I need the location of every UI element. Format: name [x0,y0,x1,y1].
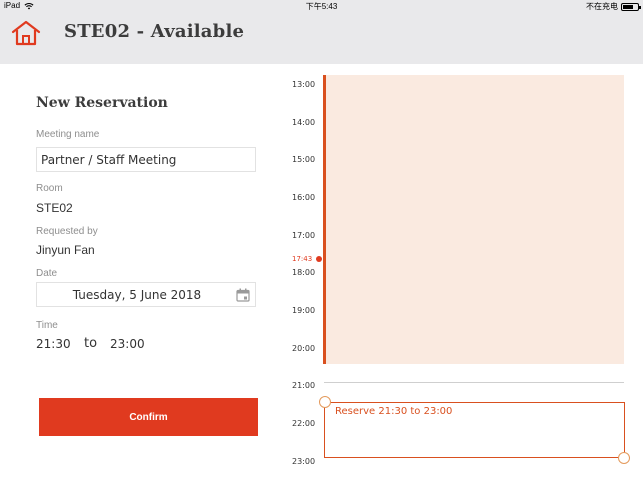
current-time-marker [316,256,322,262]
meeting-name-input[interactable]: Partner / Staff Meeting [36,147,256,172]
hour-label-23: 23:00 [292,457,316,466]
hour-gridline-21 [324,382,624,383]
hour-label-17: 17:00 [292,231,316,240]
date-label: Date [36,268,58,279]
form-heading: New Reservation [36,95,168,111]
reservation-start-handle[interactable] [319,396,331,408]
charging-status: 不在充电 [586,2,618,11]
day-timeline[interactable]: 13:00 14:00 15:00 16:00 17:00 18:00 19:0… [286,75,631,475]
requested-by-value: Jinyun Fan [36,243,95,257]
header-bar: STE02 - Available [0,13,643,64]
hour-label-13: 13:00 [292,80,316,89]
hour-label-16: 16:00 [292,193,316,202]
time-end[interactable]: 23:00 [110,337,145,351]
reservation-end-handle[interactable] [618,452,630,464]
hour-label-20: 20:00 [292,344,316,353]
status-bar: iPad 下午5:43 不在充电 [0,0,643,13]
current-time-label: 17:43 [292,255,313,263]
page-title: STE02 - Available [64,21,245,42]
booked-region [324,75,624,364]
status-time: 下午5:43 [305,2,338,11]
time-separator: to [84,336,98,351]
hour-label-19: 19:00 [292,306,316,315]
date-value: Tuesday, 5 June 2018 [72,288,202,302]
requested-by-label: Requested by [36,226,98,237]
reservation-label: Reserve 21:30 to 23:00 [335,406,453,417]
calendar-icon[interactable] [236,288,250,302]
room-value: STE02 [36,201,73,215]
hour-label-22: 22:00 [292,419,316,428]
reservation-block[interactable]: Reserve 21:30 to 23:00 [319,396,630,464]
confirm-button[interactable]: Confirm [39,398,258,436]
home-icon [11,20,41,46]
meeting-name-label: Meeting name [36,129,100,140]
hour-label-15: 15:00 [292,155,316,164]
battery-icon [621,2,641,11]
hour-label-18: 18:00 [292,268,316,277]
time-label: Time [36,320,58,331]
time-start[interactable]: 21:30 [36,337,71,351]
hour-label-14: 14:00 [292,118,316,127]
hour-label-21: 21:00 [292,381,316,390]
date-picker[interactable]: Tuesday, 5 June 2018 [36,282,256,307]
room-label: Room [36,183,63,194]
home-button[interactable] [10,19,42,47]
current-time-line [323,75,326,364]
